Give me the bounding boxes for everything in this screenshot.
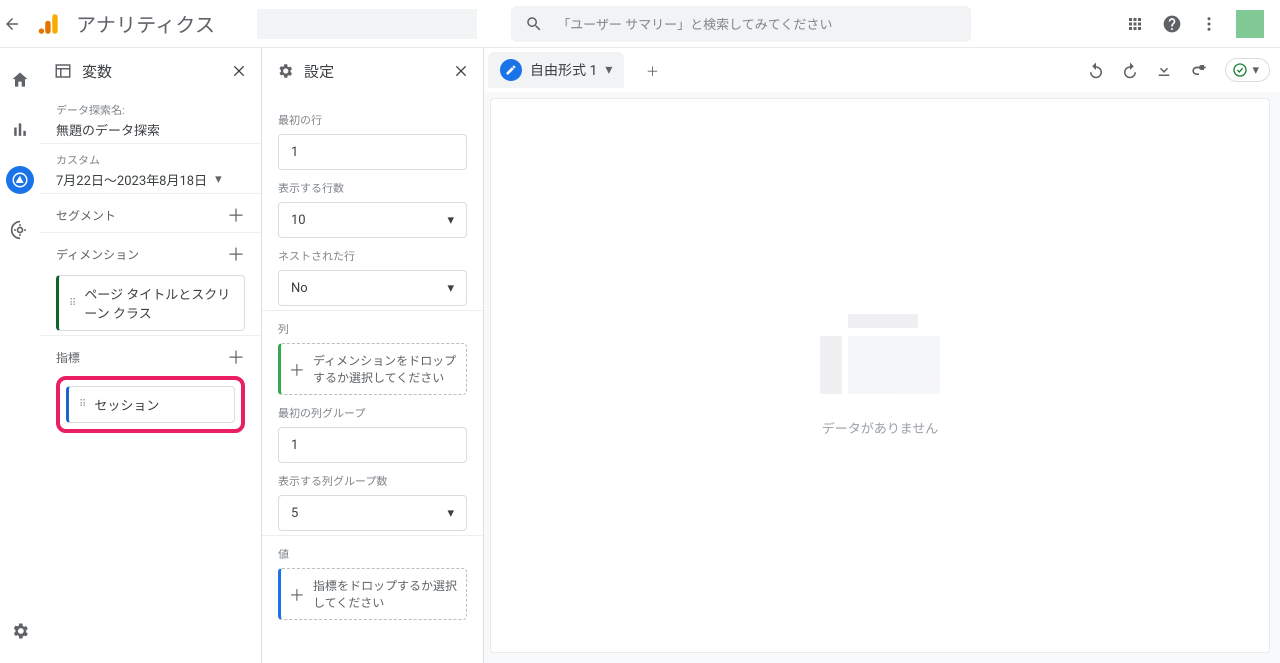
canvas-body: データがありません bbox=[490, 98, 1270, 653]
date-range-value: 7月22日〜2023年8月18日 bbox=[56, 170, 207, 189]
metric-chip-label: セッション bbox=[94, 395, 159, 414]
nav-explore[interactable] bbox=[6, 166, 34, 194]
start-row-input[interactable]: 1 bbox=[278, 134, 467, 170]
edit-icon bbox=[500, 59, 522, 81]
chevron-down-icon: ▾ bbox=[447, 213, 454, 228]
nav-home[interactable] bbox=[6, 66, 34, 94]
plus-icon: ＋ bbox=[289, 357, 305, 381]
drag-handle-icon: ⠿ bbox=[69, 298, 74, 309]
dimensions-section: ディメンション ＋ ⠿ ページ タイトルとスクリーン クラス bbox=[40, 233, 261, 336]
columns-section: 列 ＋ ディメンションをドロップするか選択してください 最初の列グループ 1 表… bbox=[262, 311, 483, 536]
variables-icon bbox=[54, 62, 72, 80]
avatar[interactable] bbox=[1236, 10, 1264, 38]
segments-label: セグメント bbox=[56, 207, 116, 224]
empty-state-icon bbox=[820, 314, 940, 394]
app-title: アナリティクス bbox=[76, 9, 215, 38]
dimension-chip-label: ページ タイトルとスクリーン クラス bbox=[84, 284, 234, 322]
check-circle-icon bbox=[1232, 62, 1248, 78]
start-row-section: 最初の行 1 表示する行数 10 ▾ ネストされた行 No ▾ bbox=[262, 94, 483, 311]
search-input[interactable]: 「ユーザー サマリー」と検索してみてください bbox=[511, 6, 971, 42]
show-col-groups-select[interactable]: 5 ▾ bbox=[278, 495, 467, 531]
status-indicator[interactable]: ▾ bbox=[1225, 58, 1270, 82]
exploration-canvas: 自由形式 1 ▾ ＋ ▾ データがありません bbox=[484, 48, 1280, 663]
show-col-groups-label: 表示する列グループ数 bbox=[278, 473, 467, 489]
gear-icon bbox=[276, 62, 294, 80]
settings-panel: 設定 最初の行 1 表示する行数 10 ▾ ネストされた行 No ▾ 列 bbox=[262, 48, 484, 663]
metric-chip[interactable]: ⠿ セッション bbox=[66, 386, 235, 423]
variables-panel: 変数 データ探索名: 無題のデータ探索 カスタム 7月22日〜2023年8月18… bbox=[40, 48, 262, 663]
left-nav-rail bbox=[0, 48, 40, 663]
back-button[interactable] bbox=[0, 15, 24, 33]
undo-button[interactable] bbox=[1087, 61, 1105, 79]
nested-rows-select[interactable]: No ▾ bbox=[278, 270, 467, 306]
chevron-down-icon: ▾ bbox=[447, 281, 454, 296]
tab-label: 自由形式 1 bbox=[530, 60, 597, 80]
empty-state-text: データがありません bbox=[822, 418, 939, 437]
download-button[interactable] bbox=[1155, 61, 1173, 79]
highlighted-metric: ⠿ セッション bbox=[56, 376, 245, 433]
nested-rows-label: ネストされた行 bbox=[278, 248, 467, 264]
property-selector[interactable] bbox=[257, 9, 477, 39]
add-tab-button[interactable]: ＋ bbox=[636, 54, 668, 86]
values-section: 値 ＋ 指標をドロップするか選択してください bbox=[262, 536, 483, 624]
date-range-section[interactable]: カスタム 7月22日〜2023年8月18日 ▾ bbox=[40, 144, 261, 194]
exploration-name-value: 無題のデータ探索 bbox=[56, 120, 245, 139]
chevron-down-icon: ▾ bbox=[215, 172, 222, 187]
chevron-down-icon: ▾ bbox=[1252, 63, 1259, 78]
chevron-down-icon: ▾ bbox=[605, 62, 612, 78]
dimensions-label: ディメンション bbox=[56, 246, 139, 263]
redo-button[interactable] bbox=[1121, 61, 1139, 79]
first-col-group-input[interactable]: 1 bbox=[278, 427, 467, 463]
add-segment-button[interactable]: ＋ bbox=[227, 202, 245, 228]
metrics-section: 指標 ＋ ⠿ セッション bbox=[40, 336, 261, 437]
values-dropzone[interactable]: ＋ 指標をドロップするか選択してください bbox=[278, 568, 467, 620]
show-rows-label: 表示する行数 bbox=[278, 180, 467, 196]
arrow-left-icon bbox=[3, 15, 21, 33]
nav-admin[interactable] bbox=[6, 617, 34, 645]
columns-dropzone[interactable]: ＋ ディメンションをドロップするか選択してください bbox=[278, 343, 467, 395]
first-col-group-label: 最初の列グループ bbox=[278, 405, 467, 421]
show-rows-select[interactable]: 10 ▾ bbox=[278, 202, 467, 238]
app-header: アナリティクス 「ユーザー サマリー」と検索してみてください bbox=[0, 0, 1280, 48]
header-actions bbox=[1126, 10, 1264, 38]
exploration-name-section[interactable]: データ探索名: 無題のデータ探索 bbox=[40, 94, 261, 144]
drag-handle-icon: ⠿ bbox=[79, 399, 84, 410]
settings-panel-title: 設定 bbox=[304, 61, 334, 82]
close-variables-button[interactable] bbox=[231, 63, 247, 79]
share-button[interactable] bbox=[1189, 60, 1209, 80]
variables-panel-header: 変数 bbox=[40, 48, 261, 94]
search-placeholder: 「ユーザー サマリー」と検索してみてください bbox=[557, 14, 832, 33]
canvas-toolbar: 自由形式 1 ▾ ＋ ▾ bbox=[484, 48, 1280, 92]
exploration-name-label: データ探索名: bbox=[56, 102, 245, 118]
help-icon[interactable] bbox=[1162, 14, 1182, 34]
more-vert-icon[interactable] bbox=[1200, 15, 1218, 33]
metrics-label: 指標 bbox=[56, 349, 80, 366]
columns-label: 列 bbox=[278, 321, 467, 337]
values-label: 値 bbox=[278, 546, 467, 562]
nav-reports[interactable] bbox=[6, 116, 34, 144]
segments-section: セグメント ＋ bbox=[40, 194, 261, 233]
tab-freeform[interactable]: 自由形式 1 ▾ bbox=[488, 52, 624, 88]
add-metric-button[interactable]: ＋ bbox=[227, 344, 245, 370]
start-row-label: 最初の行 bbox=[278, 112, 467, 128]
chevron-down-icon: ▾ bbox=[447, 506, 454, 521]
date-range-label: カスタム bbox=[56, 152, 245, 168]
ga-logo-icon bbox=[36, 11, 62, 37]
add-dimension-button[interactable]: ＋ bbox=[227, 241, 245, 267]
settings-panel-header: 設定 bbox=[262, 48, 483, 94]
nav-advertising[interactable] bbox=[6, 216, 34, 244]
plus-icon: ＋ bbox=[289, 582, 305, 606]
search-icon bbox=[525, 15, 543, 33]
close-settings-button[interactable] bbox=[453, 63, 469, 79]
variables-panel-title: 変数 bbox=[82, 61, 112, 82]
apps-icon[interactable] bbox=[1126, 15, 1144, 33]
dimension-chip[interactable]: ⠿ ページ タイトルとスクリーン クラス bbox=[56, 275, 245, 331]
